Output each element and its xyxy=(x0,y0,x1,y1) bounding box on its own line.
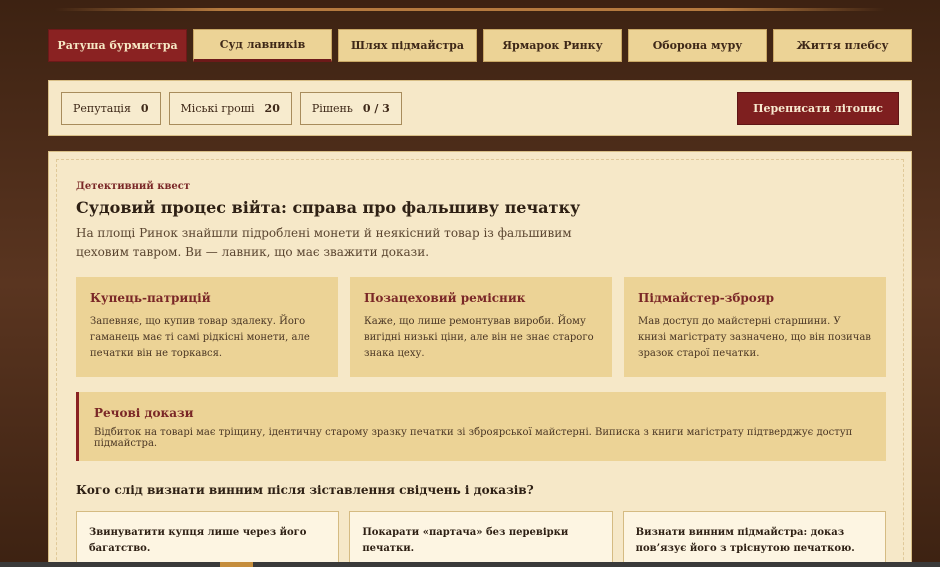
tab-market-fair[interactable]: Ярмарок Ринку xyxy=(483,29,622,62)
tab-apprentice-path[interactable]: Шлях підмайстра xyxy=(338,29,477,62)
answer-option-apprentice[interactable]: Визнати винним підмайстра: доказ пов’язу… xyxy=(622,511,886,567)
quest-title: Судовий процес війта: справа про фальшив… xyxy=(76,198,581,217)
suspect-testimony: Каже, що лише ремонтував вироби. Йому ви… xyxy=(364,316,594,359)
evidence-title: Речові докази xyxy=(94,406,194,420)
decorative-top-rule xyxy=(55,8,885,11)
rewrite-chronicle-button[interactable]: Переписати літопис xyxy=(737,91,899,125)
status-bar: Репутація 0 Міські гроші 20 Рішень 0 / 3… xyxy=(48,80,912,136)
answer-options: Звинуватити купця лише через його багатс… xyxy=(76,511,886,567)
reputation-value: 0 xyxy=(140,101,149,115)
answer-option-merchant[interactable]: Звинуватити купця лише через його багатс… xyxy=(76,511,340,567)
money-label: Міські гроші xyxy=(180,101,255,115)
quest-kicker: Детективний квест xyxy=(76,181,191,192)
quest-panel: Детективний квест Судовий процес війта: … xyxy=(48,151,912,567)
evidence-box: Речові докази Відбиток на товарі має трі… xyxy=(76,392,886,461)
tab-town-hall[interactable]: Ратуша бурмистра xyxy=(48,29,187,62)
reputation-stat: Репутація 0 xyxy=(61,91,161,125)
tab-court[interactable]: Суд лавників xyxy=(193,29,332,62)
suspect-card: Підмайстер-зброяр Мав доступ до майстерн… xyxy=(624,277,886,377)
decisions-label: Рішень xyxy=(311,101,353,115)
verdict-question: Кого слід визнати винним після зіставлен… xyxy=(76,483,534,497)
answer-option-craftsman[interactable]: Покарати «партача» без перевірки печатки… xyxy=(349,511,613,567)
quest-description: На площі Ринок знайшли підроблені монети… xyxy=(76,226,572,259)
bottom-accent xyxy=(220,562,253,567)
money-stat: Міські гроші 20 xyxy=(168,91,292,125)
bottom-strip xyxy=(0,562,940,567)
suspect-name: Купець-патрицій xyxy=(90,291,211,305)
suspect-card: Купець-патрицій Запевняє, що купив товар… xyxy=(76,277,338,377)
decisions-value: 0 / 3 xyxy=(362,101,390,115)
money-value: 20 xyxy=(264,101,280,115)
suspect-testimony: Мав доступ до майстерні старшини. У книз… xyxy=(638,316,871,359)
tab-plebs-life[interactable]: Життя плебсу xyxy=(773,29,912,62)
suspect-name: Позацеховий ремісник xyxy=(364,291,526,305)
main-navigation: Ратуша бурмистра Суд лавників Шлях підма… xyxy=(48,29,912,63)
suspect-name: Підмайстер-зброяр xyxy=(638,291,775,305)
evidence-text: Відбиток на товарі має тріщину, ідентичн… xyxy=(94,427,853,449)
tab-wall-defense[interactable]: Оборона муру xyxy=(628,29,767,62)
reputation-label: Репутація xyxy=(73,101,131,115)
suspect-testimony: Запевняє, що купив товар здалеку. Його г… xyxy=(90,316,310,359)
suspect-card: Позацеховий ремісник Каже, що лише ремон… xyxy=(350,277,612,377)
suspect-cards: Купець-патрицій Запевняє, що купив товар… xyxy=(76,277,886,377)
decisions-stat: Рішень 0 / 3 xyxy=(299,91,402,125)
